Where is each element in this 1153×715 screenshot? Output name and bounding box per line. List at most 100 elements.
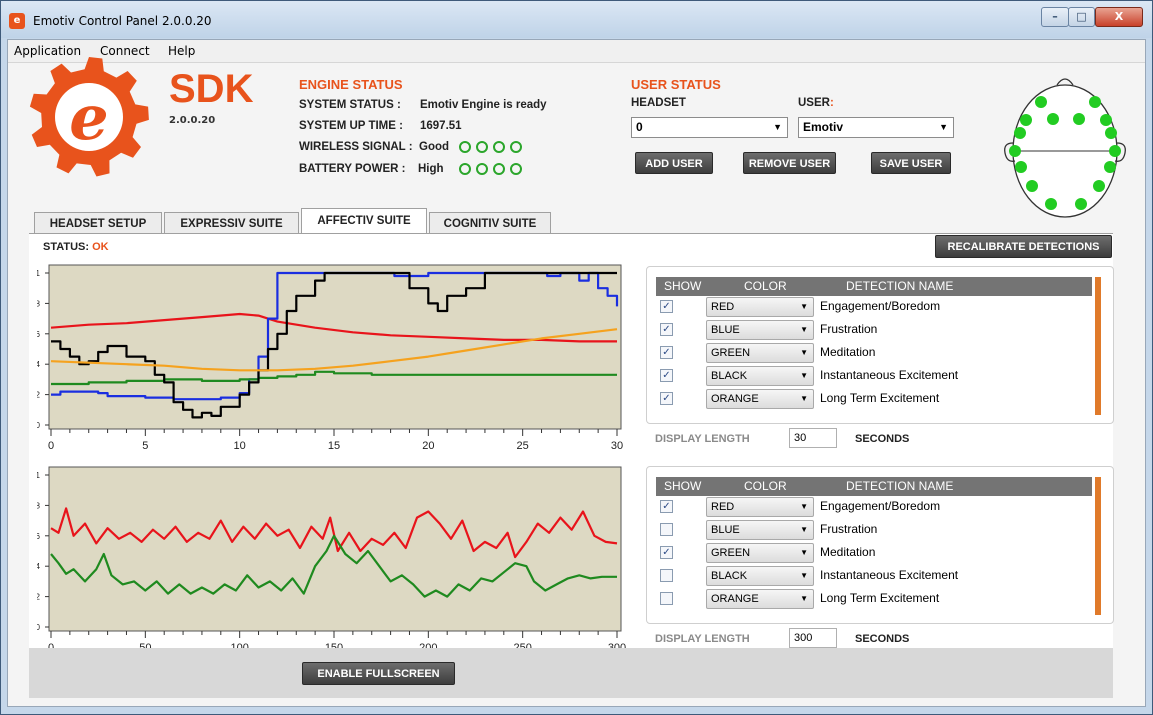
wireless-label: WIRELESS SIGNAL :	[299, 141, 413, 153]
show-checkbox[interactable]: ✓	[660, 392, 673, 405]
maximize-button[interactable]: □	[1068, 7, 1095, 27]
engine-status-title: ENGINE STATUS	[299, 77, 403, 92]
add-user-button[interactable]: ADD USER	[635, 152, 713, 174]
battery-value: High	[418, 163, 444, 175]
show-checkbox[interactable]: ✓	[660, 369, 673, 382]
x-tick-label: 15	[328, 440, 340, 452]
long-term-chart: 00.20.40.60.81050100150200250300	[37, 466, 626, 654]
show-header: SHOW	[664, 279, 702, 293]
tab-affectiv-suite[interactable]: AFFECTIV SUITE	[301, 208, 427, 234]
show-checkbox[interactable]	[660, 523, 673, 536]
y-tick-label: 1	[37, 269, 41, 278]
recalibrate-detections-button[interactable]: RECALIBRATE DETECTIONS	[935, 235, 1112, 258]
y-tick-label: 0.8	[37, 299, 41, 308]
color-select[interactable]: BLUE ▼	[706, 520, 814, 540]
display-length-input[interactable]: 30	[789, 428, 837, 448]
detection-name: Long Term Excitement	[820, 591, 940, 605]
detection-name: Instantaneous Excitement	[820, 368, 959, 382]
detection-name: Engagement/Boredom	[820, 499, 941, 513]
y-tick-label: 0	[37, 623, 41, 632]
battery-dot	[459, 163, 471, 175]
color-select[interactable]: BLUE ▼	[706, 320, 814, 340]
show-checkbox[interactable]: ✓	[660, 346, 673, 359]
bottom-bar	[29, 648, 1113, 698]
y-tick-label: 0.6	[37, 330, 41, 339]
menu-help[interactable]: Help	[168, 44, 195, 58]
detection-name: Long Term Excitement	[820, 391, 940, 405]
save-user-button[interactable]: SAVE USER	[871, 152, 951, 174]
y-tick-label: 0.4	[37, 360, 41, 369]
headset-select[interactable]: 0 ▼	[631, 117, 788, 138]
window-title: Emotiv Control Panel 2.0.0.20	[33, 14, 212, 28]
chevron-down-icon: ▼	[800, 525, 808, 534]
signal-dot	[493, 141, 505, 153]
headset-label: HEADSET	[631, 97, 686, 109]
tab-headset-setup[interactable]: HEADSET SETUP	[34, 212, 162, 234]
color-select-value: GREEN	[711, 347, 751, 359]
emotiv-logo: e	[29, 57, 149, 177]
sdk-version: 2.0.0.20	[169, 115, 216, 126]
color-select-value: ORANGE	[711, 593, 759, 605]
color-select[interactable]: ORANGE ▼	[706, 589, 814, 609]
tab-cognitiv-suite[interactable]: COGNITIV SUITE	[429, 212, 551, 234]
legend-row: ✓ GREEN ▼ Meditation	[656, 342, 1092, 365]
minimize-button[interactable]: –	[1041, 7, 1069, 27]
battery-indicator	[459, 163, 522, 175]
chevron-down-icon: ▼	[800, 594, 808, 603]
plot-area	[48, 264, 622, 430]
legend-row: BLUE ▼ Frustration	[656, 519, 1092, 542]
show-checkbox[interactable]	[660, 592, 673, 605]
detection-name: Meditation	[820, 345, 876, 359]
color-select[interactable]: RED ▼	[706, 297, 814, 317]
color-select[interactable]: BLACK ▼	[706, 566, 814, 586]
show-checkbox[interactable]: ✓	[660, 500, 673, 513]
user-label: USER:	[798, 97, 834, 109]
headset-electrode-map	[1004, 78, 1126, 218]
show-checkbox[interactable]	[660, 569, 673, 582]
legend-row: ✓ RED ▼ Engagement/Boredom	[656, 296, 1092, 319]
show-checkbox[interactable]: ✓	[660, 323, 673, 336]
y-tick-label: 0.8	[37, 501, 41, 510]
color-header: COLOR	[744, 479, 787, 493]
color-select-value: RED	[711, 301, 735, 313]
user-select[interactable]: Emotiv ▼	[798, 117, 954, 138]
detection-name: Instantaneous Excitement	[820, 568, 959, 582]
detection-name-header: DETECTION NAME	[846, 279, 954, 293]
battery-dot	[476, 163, 488, 175]
close-button[interactable]: X	[1095, 7, 1143, 27]
show-checkbox[interactable]: ✓	[660, 300, 673, 313]
x-tick-label: 5	[142, 440, 148, 452]
color-select-value: BLUE	[711, 524, 740, 536]
menu-bar: Application Connect Help	[8, 40, 1145, 63]
enable-fullscreen-button[interactable]: ENABLE FULLSCREEN	[302, 662, 455, 685]
y-tick-label: 0.6	[37, 532, 41, 541]
y-tick-label: 1	[37, 471, 41, 480]
seconds-label: SECONDS	[855, 633, 910, 645]
detection-name: Meditation	[820, 545, 876, 559]
legend-scrollbar[interactable]	[1095, 277, 1101, 415]
color-select[interactable]: GREEN ▼	[706, 343, 814, 363]
detection-name-header: DETECTION NAME	[846, 479, 954, 493]
color-select[interactable]: ORANGE ▼	[706, 389, 814, 409]
show-checkbox[interactable]: ✓	[660, 546, 673, 559]
chevron-down-icon: ▼	[800, 348, 808, 357]
display-length-input[interactable]: 300	[789, 628, 837, 648]
chevron-down-icon: ▼	[800, 371, 808, 380]
color-select[interactable]: GREEN ▼	[706, 543, 814, 563]
legend-scrollbar[interactable]	[1095, 477, 1101, 615]
tab-expressiv-suite[interactable]: EXPRESSIV SUITE	[164, 212, 299, 234]
chevron-down-icon: ▼	[800, 548, 808, 557]
battery-dot	[493, 163, 505, 175]
app-icon: e	[9, 13, 25, 29]
color-select[interactable]: BLACK ▼	[706, 366, 814, 386]
seconds-label: SECONDS	[855, 433, 910, 445]
color-select[interactable]: RED ▼	[706, 497, 814, 517]
title-bar[interactable]: e Emotiv Control Panel 2.0.0.20 – □ X	[1, 1, 1152, 38]
logo-letter: e	[69, 81, 108, 154]
wireless-value: Good	[419, 141, 450, 153]
uptime-value: 1697.51	[420, 120, 462, 132]
remove-user-button[interactable]: REMOVE USER	[743, 152, 836, 174]
signal-dot	[476, 141, 488, 153]
system-status-label: SYSTEM STATUS :	[299, 99, 401, 111]
chevron-down-icon: ▼	[773, 122, 782, 132]
